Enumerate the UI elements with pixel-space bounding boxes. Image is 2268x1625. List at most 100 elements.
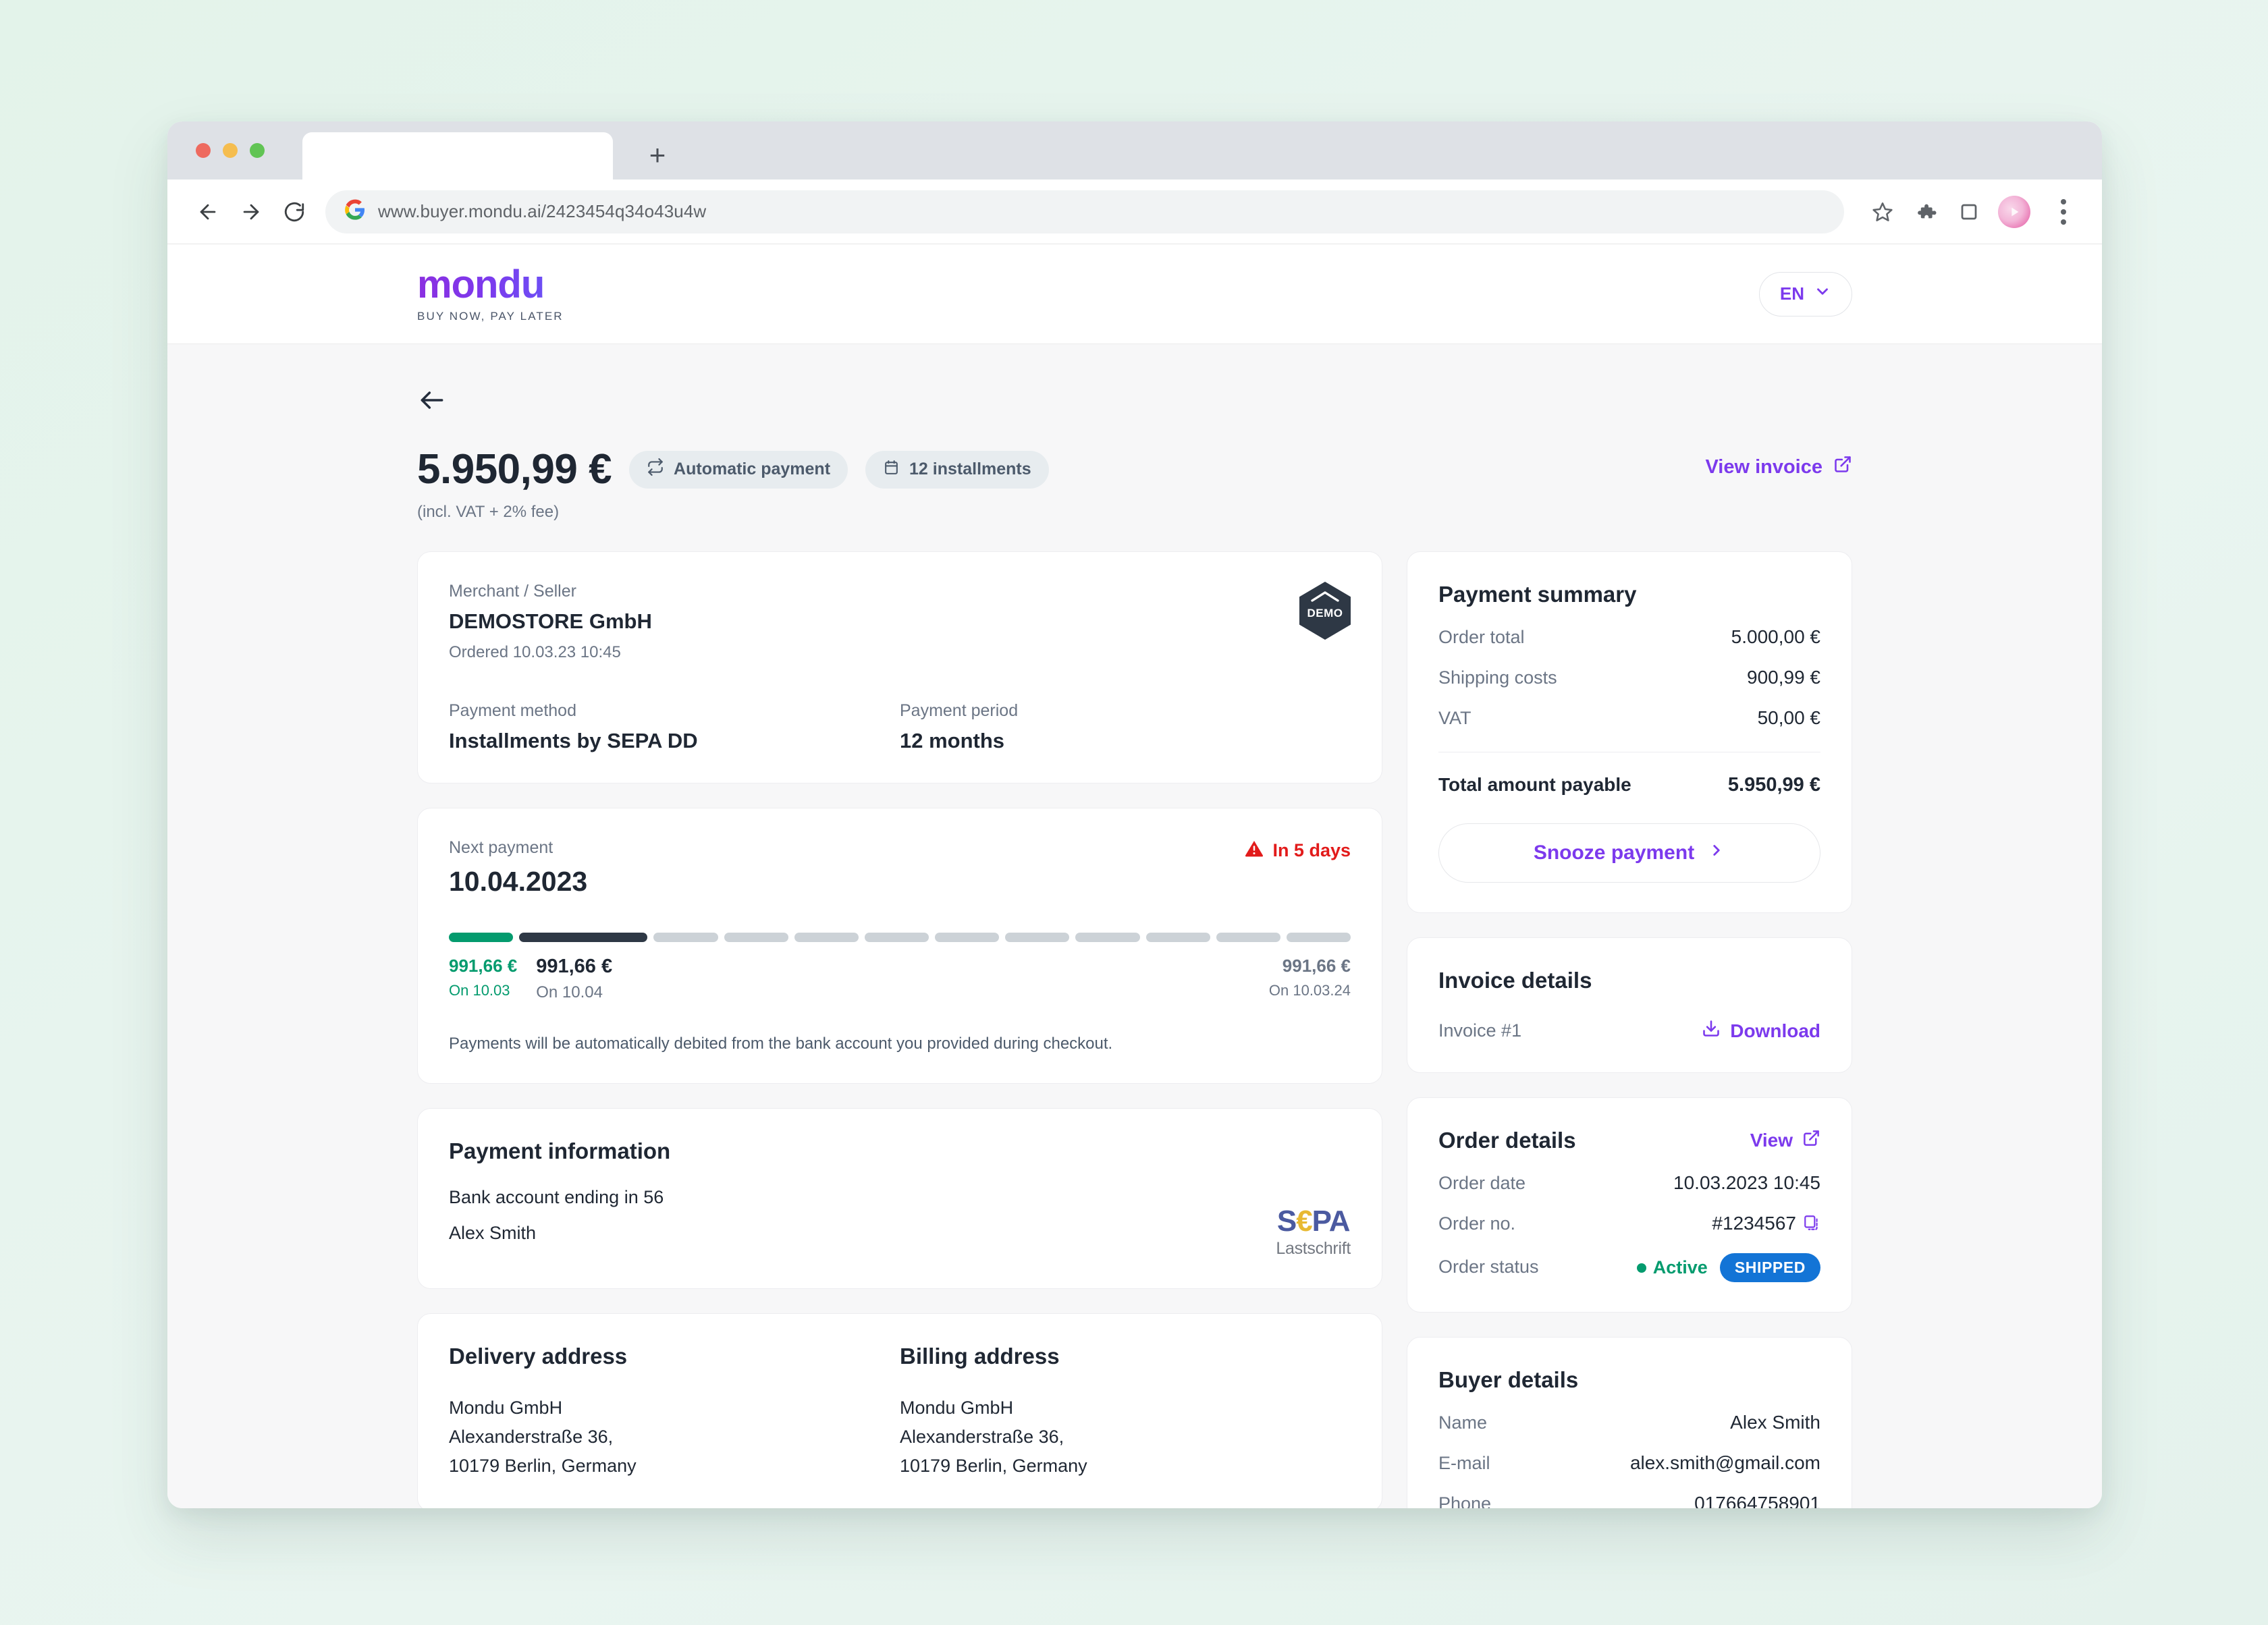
buyer-detail-row: Name Alex Smith bbox=[1438, 1412, 1820, 1433]
logo-tagline: BUY NOW, PAY LATER bbox=[417, 309, 564, 323]
star-icon[interactable] bbox=[1863, 192, 1902, 231]
payment-period-label: Payment period bbox=[900, 701, 1019, 720]
summary-total-row: Total amount payable 5.950,99 € bbox=[1438, 774, 1820, 796]
chevron-right-icon bbox=[1708, 842, 1725, 864]
browser-tab-strip: + bbox=[167, 121, 2102, 180]
order-detail-label: Order no. bbox=[1438, 1213, 1516, 1234]
back-button[interactable] bbox=[417, 382, 454, 418]
summary-row: Shipping costs 900,99 € bbox=[1438, 667, 1820, 688]
payment-summary-card: Payment summary Order total 5.000,00 € S… bbox=[1407, 551, 1852, 913]
next-payment-label: Next payment bbox=[449, 838, 554, 857]
installment-progress-bar bbox=[449, 933, 1351, 942]
copy-icon[interactable] bbox=[1803, 1214, 1820, 1232]
installment-segment bbox=[1286, 933, 1351, 942]
delivery-address-line-3: 10179 Berlin, Germany bbox=[449, 1456, 637, 1477]
badge-installments: 12 installments bbox=[865, 450, 1049, 489]
url-text: www.buyer.mondu.ai/2423454q34o43u4w bbox=[378, 201, 707, 221]
view-order-link[interactable]: View bbox=[1750, 1129, 1820, 1152]
order-status-label: Order status bbox=[1438, 1256, 1539, 1277]
external-link-icon bbox=[1833, 455, 1852, 479]
download-icon bbox=[1702, 1019, 1721, 1043]
download-invoice-button[interactable]: Download bbox=[1702, 1019, 1820, 1043]
delivery-address-line-1: Mondu GmbH bbox=[449, 1398, 563, 1418]
order-detail-label: Order date bbox=[1438, 1173, 1526, 1193]
billing-address-line-2: Alexanderstraße 36, bbox=[900, 1427, 1064, 1448]
minimize-window-button[interactable] bbox=[223, 143, 238, 158]
alert-triangle-icon bbox=[1244, 838, 1264, 863]
profile-avatar-icon[interactable] bbox=[1998, 195, 2030, 228]
window-traffic-lights bbox=[196, 143, 265, 158]
installment-first: 991,66 € On 10.03 bbox=[449, 956, 517, 999]
payment-period-value: 12 months bbox=[900, 729, 1005, 752]
payment-method-label: Payment method bbox=[449, 701, 576, 720]
close-window-button[interactable] bbox=[196, 143, 211, 158]
installment-second: 991,66 € On 10.04 bbox=[536, 956, 612, 1002]
forward-arrow-icon[interactable] bbox=[230, 190, 273, 233]
site-header: mondu BUY NOW, PAY LATER EN bbox=[167, 244, 2102, 344]
merchant-name: DEMOSTORE GmbH bbox=[449, 609, 652, 633]
billing-address-title: Billing address bbox=[900, 1344, 1060, 1369]
merchant-label: Merchant / Seller bbox=[449, 582, 576, 601]
demo-badge-label: DEMO bbox=[1307, 607, 1343, 619]
installment-segment bbox=[724, 933, 788, 942]
buyer-detail-value: 017664758901 bbox=[1694, 1493, 1820, 1508]
demo-badge-icon: DEMO bbox=[1299, 582, 1351, 640]
view-order-label: View bbox=[1750, 1130, 1793, 1151]
summary-row-label: VAT bbox=[1438, 708, 1472, 728]
addresses-card: Delivery address Mondu GmbH Alexanderstr… bbox=[417, 1313, 1382, 1508]
download-label: Download bbox=[1730, 1020, 1820, 1041]
logo-wordmark: mondu bbox=[417, 262, 545, 306]
language-selector[interactable]: EN bbox=[1758, 271, 1852, 316]
buyer-detail-value: alex.smith@gmail.com bbox=[1629, 1452, 1820, 1473]
language-selector-value: EN bbox=[1779, 283, 1804, 304]
page-content: 5.950,99 € Automatic payment 12 installm… bbox=[167, 344, 2102, 1508]
installment-segment bbox=[653, 933, 718, 942]
back-arrow-icon[interactable] bbox=[186, 190, 230, 233]
view-invoice-link[interactable]: View invoice bbox=[1705, 455, 1852, 479]
status-active-label: Active bbox=[1652, 1257, 1708, 1277]
installment-segment bbox=[1216, 933, 1280, 942]
order-amount-block: 5.950,99 € Automatic payment 12 installm… bbox=[417, 445, 1049, 522]
side-panel-icon[interactable] bbox=[1949, 192, 1989, 231]
url-input[interactable]: www.buyer.mondu.ai/2423454q34o43u4w bbox=[325, 190, 1844, 233]
summary-total-value: 5.950,99 € bbox=[1727, 774, 1820, 796]
badge-installments-label: 12 installments bbox=[909, 460, 1031, 478]
merchant-card: Merchant / Seller DEMOSTORE GmbH Ordered… bbox=[417, 551, 1382, 783]
billing-address-line-3: 10179 Berlin, Germany bbox=[900, 1456, 1087, 1477]
external-link-icon bbox=[1802, 1129, 1820, 1152]
installment-last: 991,66 € On 10.03.24 bbox=[1269, 956, 1351, 999]
calendar-icon bbox=[883, 459, 900, 480]
auto-debit-note: Payments will be automatically debited f… bbox=[449, 1035, 1113, 1053]
order-details-title: Order details bbox=[1438, 1128, 1576, 1153]
new-tab-button[interactable]: + bbox=[640, 138, 675, 173]
installment-last-date: On 10.03.24 bbox=[1268, 982, 1351, 999]
merchant-ordered-date: Ordered 10.03.23 10:45 bbox=[449, 643, 621, 661]
installment-segment bbox=[935, 933, 1000, 942]
puzzle-piece-icon[interactable] bbox=[1906, 192, 1945, 231]
chevron-down-icon bbox=[1814, 283, 1831, 305]
installment-segment bbox=[794, 933, 859, 942]
buyer-details-title: Buyer details bbox=[1438, 1367, 1579, 1392]
kebab-menu-icon[interactable] bbox=[2044, 192, 2083, 231]
buyer-detail-row: E-mail alex.smith@gmail.com bbox=[1438, 1452, 1820, 1474]
installment-segment bbox=[864, 933, 929, 942]
payment-summary-title: Payment summary bbox=[1438, 582, 1637, 607]
reload-icon[interactable] bbox=[273, 190, 316, 233]
bank-account-line: Bank account ending in 56 bbox=[449, 1187, 664, 1207]
maximize-window-button[interactable] bbox=[250, 143, 265, 158]
browser-tab[interactable] bbox=[302, 132, 613, 180]
sepa-mark-text: S€PA bbox=[1276, 1205, 1351, 1238]
order-detail-value: 10.03.2023 10:45 bbox=[1673, 1172, 1820, 1193]
two-column-layout: Merchant / Seller DEMOSTORE GmbH Ordered… bbox=[417, 551, 1852, 1508]
status-badge-active: Active bbox=[1636, 1257, 1708, 1278]
snooze-payment-button[interactable]: Snooze payment bbox=[1438, 823, 1820, 883]
page-title: 5.950,99 € bbox=[417, 446, 612, 493]
view-invoice-label: View invoice bbox=[1705, 456, 1823, 478]
next-payment-card: Next payment 10.04.2023 In 5 days 991,66… bbox=[417, 808, 1382, 1084]
order-detail-row: Order date 10.03.2023 10:45 bbox=[1438, 1172, 1820, 1194]
mondu-logo[interactable]: mondu BUY NOW, PAY LATER bbox=[417, 265, 564, 323]
status-dot-icon bbox=[1636, 1263, 1646, 1273]
installment-labels: 991,66 € On 10.03 991,66 € On 10.04 991,… bbox=[449, 956, 1351, 1002]
sidebar-column: Payment summary Order total 5.000,00 € S… bbox=[1407, 551, 1852, 1508]
main-column: Merchant / Seller DEMOSTORE GmbH Ordered… bbox=[417, 551, 1382, 1508]
